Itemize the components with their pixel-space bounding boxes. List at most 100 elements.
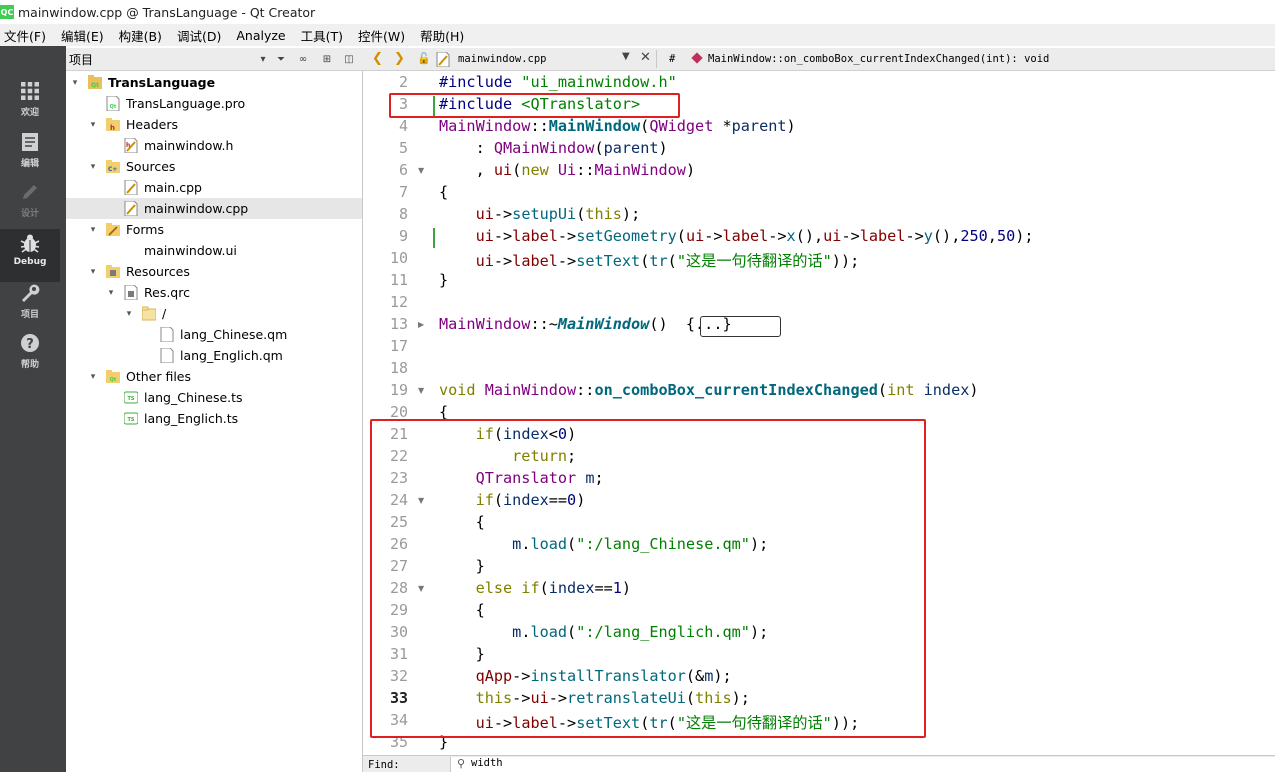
chevron-down-icon[interactable]: ▾	[256, 52, 270, 66]
tree-item-label: Headers	[126, 117, 179, 132]
qt-project-icon: Qt	[88, 75, 102, 89]
mode-welcome[interactable]: 欢迎	[0, 80, 60, 130]
mode-debug-label: Debug	[13, 257, 47, 267]
h-file-icon: h	[124, 138, 138, 153]
file-selector-combo[interactable]: mainwindow.cpp	[458, 53, 547, 65]
expand-fold-icon[interactable]: ▶	[418, 320, 424, 329]
chevron-down-icon[interactable]: ▾	[88, 162, 98, 172]
tree-item-label: Other files	[126, 369, 192, 384]
code-line: }	[439, 271, 449, 289]
tree-item-headers[interactable]: ▾ h Headers	[66, 114, 362, 135]
line-number: 5	[398, 139, 408, 157]
mode-design[interactable]: 设计	[0, 181, 60, 231]
ts-file-icon: TS	[124, 391, 138, 404]
mode-projects-label: 项目	[20, 310, 39, 320]
menu-edit[interactable]: 编辑(E)	[57, 26, 108, 45]
chevron-down-icon[interactable]: ▾	[88, 120, 98, 130]
tree-item-other-files[interactable]: ▾ Qt Other files	[66, 366, 362, 387]
svg-text:TS: TS	[127, 396, 134, 402]
chevron-down-icon[interactable]: ▾	[70, 78, 80, 88]
mode-debug[interactable]: Debug	[0, 229, 60, 282]
tree-item-label: mainwindow.ui	[144, 243, 237, 258]
tree-item-pro-file[interactable]: Qt TransLanguage.pro	[66, 93, 362, 114]
code-line: void MainWindow::on_comboBox_currentInde…	[439, 381, 979, 399]
editor-toolbar: ❮ ❯ 🔓 mainwindow.cpp ▼ ✕ # MainWindow::o…	[363, 48, 1275, 71]
filter-icon[interactable]: ⏷	[274, 52, 288, 66]
collapse-fold-icon[interactable]: ▼	[418, 166, 424, 175]
menu-file[interactable]: 文件(F)	[0, 26, 50, 45]
collapse-fold-icon[interactable]: ▼	[418, 386, 424, 395]
window-title: mainwindow.cpp @ TransLanguage - Qt Crea…	[18, 4, 316, 20]
find-label: Find:	[368, 759, 400, 771]
mode-projects[interactable]: 项目	[0, 282, 60, 332]
tree-item-project[interactable]: ▾ Qt TransLanguage	[66, 72, 362, 93]
svg-text:Qt: Qt	[110, 377, 117, 383]
mode-design-label: 设计	[20, 209, 39, 219]
chevron-down-icon[interactable]: ▾	[106, 288, 116, 298]
search-icon: ⚲	[457, 757, 466, 770]
mode-help[interactable]: ? 帮助	[0, 332, 60, 382]
svg-text:Qt: Qt	[91, 82, 99, 89]
chevron-down-icon[interactable]: ▼	[622, 51, 630, 62]
link-icon[interactable]: ∞	[296, 52, 310, 66]
menu-widgets[interactable]: 控件(W)	[354, 26, 409, 45]
line-number: 7	[398, 183, 408, 201]
tree-item-label: Res.qrc	[144, 285, 190, 300]
tree-item-lang-englich-qm[interactable]: lang_Englich.qm	[66, 345, 362, 366]
blank-file-icon	[160, 348, 174, 363]
qt-creator-app-icon: QC	[0, 5, 14, 19]
menu-debug[interactable]: 调试(D)	[173, 26, 225, 45]
close-panel-icon[interactable]: ◫	[342, 52, 356, 66]
tree-item-resources[interactable]: ▾ Resources	[66, 261, 362, 282]
menu-analyze[interactable]: Analyze	[232, 28, 289, 43]
close-document-icon[interactable]: ✕	[640, 50, 651, 65]
project-tree: ▾ Qt TransLanguage Qt TransLanguage.pro …	[66, 71, 363, 772]
split-icon[interactable]: ⊞	[320, 52, 334, 66]
resources-folder-icon	[106, 265, 120, 278]
symbol-selector[interactable]: MainWindow::on_comboBox_currentIndexChan…	[708, 53, 1049, 65]
cpp-file-icon	[436, 52, 450, 67]
cpp-file-icon	[124, 201, 138, 216]
chevron-down-icon[interactable]: ▾	[88, 372, 98, 382]
tree-item-label: /	[162, 306, 167, 321]
collapsed-block-marker[interactable]	[700, 316, 781, 337]
tree-item-label: mainwindow.cpp	[144, 201, 249, 216]
hash-indicator: #	[669, 53, 676, 65]
tree-item-mainwindow-ui[interactable]: mainwindow.ui	[66, 240, 362, 261]
code-line: ui->label->setGeometry(ui->label->x(),ui…	[475, 227, 1034, 245]
line-number: 8	[398, 205, 408, 223]
back-arrow-icon[interactable]: ❮	[372, 51, 383, 66]
line-number: 19	[389, 381, 408, 399]
project-view-selector[interactable]: 项目	[69, 51, 93, 68]
tree-item-root-prefix[interactable]: ▾ /	[66, 303, 362, 324]
chevron-down-icon[interactable]: ▾	[124, 309, 134, 319]
qrc-file-icon	[124, 285, 138, 300]
tree-item-label: lang_Chinese.ts	[144, 390, 243, 405]
tree-item-forms[interactable]: ▾ Forms	[66, 219, 362, 240]
tree-item-lang-chinese-ts[interactable]: TS lang_Chinese.ts	[66, 387, 362, 408]
tree-item-label: Resources	[126, 264, 190, 279]
tree-item-lang-englich-ts[interactable]: TS lang_Englich.ts	[66, 408, 362, 429]
mode-selector-bar: 欢迎 编辑 设计 Debug 项目 ? 帮助	[0, 46, 66, 772]
forward-arrow-icon[interactable]: ❯	[394, 51, 405, 66]
find-input[interactable]: ⚲ width	[450, 757, 1275, 772]
code-line: MainWindow::MainWindow(QWidget *parent)	[439, 117, 796, 135]
menu-help[interactable]: 帮助(H)	[416, 26, 468, 45]
chevron-down-icon[interactable]: ▾	[88, 225, 98, 235]
tree-item-mainwindow-cpp[interactable]: mainwindow.cpp	[66, 198, 362, 219]
code-line: , ui(new Ui::MainWindow)	[439, 161, 696, 179]
tree-item-res-qrc[interactable]: ▾ Res.qrc	[66, 282, 362, 303]
menu-tools[interactable]: 工具(T)	[297, 26, 347, 45]
chevron-down-icon[interactable]: ▾	[88, 267, 98, 277]
tree-item-sources[interactable]: ▾ C+ Sources	[66, 156, 362, 177]
line-number: 17	[389, 337, 408, 355]
mode-edit[interactable]: 编辑	[0, 131, 60, 181]
tree-item-lang-chinese-qm[interactable]: lang_Chinese.qm	[66, 324, 362, 345]
menu-build[interactable]: 构建(B)	[115, 26, 166, 45]
code-line: {	[439, 183, 449, 201]
tree-item-main-cpp[interactable]: main.cpp	[66, 177, 362, 198]
svg-text:TS: TS	[127, 417, 134, 423]
find-input-value: width	[471, 757, 503, 769]
tree-item-label: lang_Englich.qm	[180, 348, 283, 363]
tree-item-mainwindow-h[interactable]: h mainwindow.h	[66, 135, 362, 156]
